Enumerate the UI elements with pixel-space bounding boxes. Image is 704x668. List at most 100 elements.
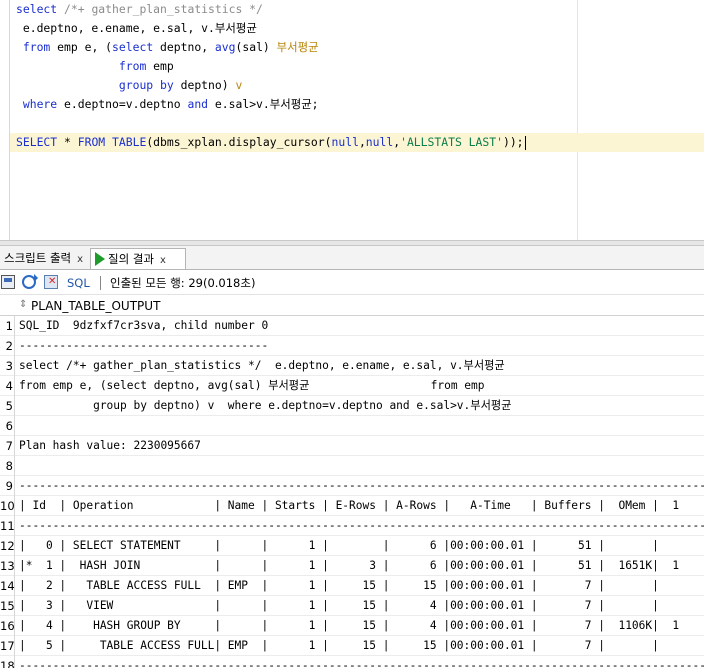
plan-output-cell[interactable]: select /*+ gather_plan_statistics */ e.d… [19,356,505,376]
table-row[interactable]: 5 group by deptno) v where e.deptno=v.de… [0,396,704,416]
row-number: 18 [0,656,15,668]
refresh-icon[interactable] [22,274,38,289]
editor-line[interactable]: group by deptno) v [16,76,704,95]
plan-output-cell[interactable]: | 5 | TABLE ACCESS FULL| EMP | 1 | 15 | … [19,636,659,656]
table-row[interactable]: 16 | 4 | HASH GROUP BY | | 1 | 15 | 4 |00… [0,616,704,636]
fetch-status: 인출된 모든 행: 29(0.018초) [110,276,256,290]
code-token: SELECT [16,135,58,149]
tab-query-result[interactable]: 질의 결과 x [90,248,186,269]
code-token: deptno, [153,40,215,54]
code-token: null [365,135,394,149]
editor-line[interactable]: select /*+ gather_plan_statistics */ [16,0,704,19]
table-row[interactable]: 10 | Id | Operation | Name | Starts | E-R… [0,496,704,516]
plan-output-cell[interactable]: | Id | Operation | Name | Starts | E-Row… [19,496,679,516]
code-token: and [187,97,209,111]
code-token: * [57,135,78,149]
result-grid[interactable]: ⇕ PLAN_TABLE_OUTPUT 1 SQL_ID 9dzfxf7cr3sv… [0,296,704,668]
code-token: null [331,135,359,149]
plan-output-cell[interactable]: from emp e, (select deptno, avg(sal) 부서평… [19,376,485,396]
column-header[interactable]: ⇕ PLAN_TABLE_OUTPUT [0,296,704,316]
code-token: )); [502,135,524,149]
row-number: 17 [0,636,15,656]
close-icon[interactable]: x [77,254,83,265]
row-number: 8 [0,456,15,476]
editor-code[interactable]: select /*+ gather_plan_statistics */ e.d… [10,0,704,152]
table-row[interactable]: 14 | 2 | TABLE ACCESS FULL | EMP | 1 | 15… [0,576,704,596]
editor-gutter [9,0,10,240]
table-row[interactable]: 18 --------------------------------------… [0,656,704,668]
sql-button[interactable]: SQL [67,271,90,295]
row-number: 2 [0,336,15,356]
grid-rows: 1 SQL_ID 9dzfxf7cr3sva, child number 0 2 --… [0,316,704,668]
code-token: (dbms_xplan.display_cursor( [146,135,332,149]
table-row[interactable]: 3 select /*+ gather_plan_statistics */ e.… [0,356,704,376]
editor-line[interactable]: e.deptno, e.ename, e.sal, v.부서평균 [16,19,704,38]
code-token: select [112,40,154,54]
code-token: emp [146,59,174,73]
row-number: 7 [0,436,15,456]
editor-line[interactable]: where e.deptno=v.deptno and e.sal>v.부서평균… [16,95,704,114]
table-row[interactable]: 4 from emp e, (select deptno, avg(sal) 부서… [0,376,704,396]
code-token: (sal) [235,40,277,54]
table-row[interactable]: 6 [0,416,704,436]
table-row[interactable]: 17 | 5 | TABLE ACCESS FULL| EMP | 1 | 15 … [0,636,704,656]
table-row[interactable]: 15 | 3 | VIEW | | 1 | 15 | 4 |00:00:00.01… [0,596,704,616]
code-token: group by [118,78,174,92]
tab-script-output[interactable]: 스크립트 출력 x [0,248,88,269]
code-token: emp e, ( [50,40,113,54]
plan-output-cell[interactable]: ----------------------------------------… [19,656,704,668]
plan-output-cell[interactable]: SQL_ID 9dzfxf7cr3sva, child number 0 [19,316,268,336]
table-row[interactable]: 13 |* 1 | HASH JOIN | | 1 | 3 | 6 |00:00:… [0,556,704,576]
close-icon[interactable]: x [160,255,166,266]
code-token: e.sal>v.부서평균; [208,97,319,111]
row-number: 12 [0,536,15,556]
table-row[interactable]: 8 [0,456,704,476]
plan-output-cell[interactable]: ----------------------------------------… [19,516,704,536]
plan-output-cell[interactable]: ------------------------------------- [19,336,268,356]
plan-output-cell[interactable]: | 2 | TABLE ACCESS FULL | EMP | 1 | 15 |… [19,576,659,596]
table-row[interactable]: 1 SQL_ID 9dzfxf7cr3sva, child number 0 [0,316,704,336]
table-row[interactable]: 2 ------------------------------------- [0,336,704,356]
table-row[interactable]: 7 Plan hash value: 2230095667 [0,436,704,456]
result-tab-bar: 스크립트 출력 x 질의 결과 x [0,246,704,270]
plan-output-cell[interactable]: group by deptno) v where e.deptno=v.dept… [19,396,511,416]
plan-output-cell[interactable]: | 4 | HASH GROUP BY | | 1 | 15 | 4 |00:0… [19,616,679,636]
plan-output-cell[interactable]: | 0 | SELECT STATEMENT | | 1 | | 6 |00:0… [19,536,659,556]
sql-editor[interactable]: select /*+ gather_plan_statistics */ e.d… [0,0,704,240]
editor-line[interactable]: from emp [16,57,704,76]
code-token: avg [214,40,236,54]
code-token: e.deptno, e.ename, e.sal, v.부서평균 [16,21,257,35]
code-token: e.deptno=v.deptno [57,97,188,111]
code-token: FROM [77,135,106,149]
editor-line[interactable]: SELECT * FROM TABLE(dbms_xplan.display_c… [10,133,704,152]
column-header-label: PLAN_TABLE_OUTPUT [31,299,161,313]
tab-script-output-label: 스크립트 출력 [4,251,72,265]
row-number: 16 [0,616,15,636]
plan-output-cell[interactable]: |* 1 | HASH JOIN | | 1 | 3 | 6 |00:00:00… [19,556,679,576]
code-token: select [16,2,58,16]
row-number: 11 [0,516,15,536]
row-number: 4 [0,376,15,396]
print-icon[interactable] [1,275,15,289]
row-number: 1 [0,316,15,336]
editor-line[interactable] [16,114,704,133]
plan-output-cell[interactable]: | 3 | VIEW | | 1 | 15 | 4 |00:00:00.01 |… [19,596,659,616]
row-number: 5 [0,396,15,416]
table-row[interactable]: 11 --------------------------------------… [0,516,704,536]
sort-icon[interactable]: ⇕ [19,299,27,310]
row-number: 3 [0,356,15,376]
tab-query-result-label: 질의 결과 [108,252,154,266]
editor-line[interactable]: from emp e, (select deptno, avg(sal) 부서평… [16,38,704,57]
plan-output-cell[interactable]: Plan hash value: 2230095667 [19,436,201,456]
row-number: 14 [0,576,15,596]
table-row[interactable]: 9 ---------------------------------------… [0,476,704,496]
clear-icon[interactable] [44,275,58,289]
code-token: deptno) [173,78,236,92]
table-row[interactable]: 12 | 0 | SELECT STATEMENT | | 1 | | 6 |00… [0,536,704,556]
code-token: 부서평균 [276,40,319,54]
plan-output-cell[interactable]: ----------------------------------------… [19,476,704,496]
